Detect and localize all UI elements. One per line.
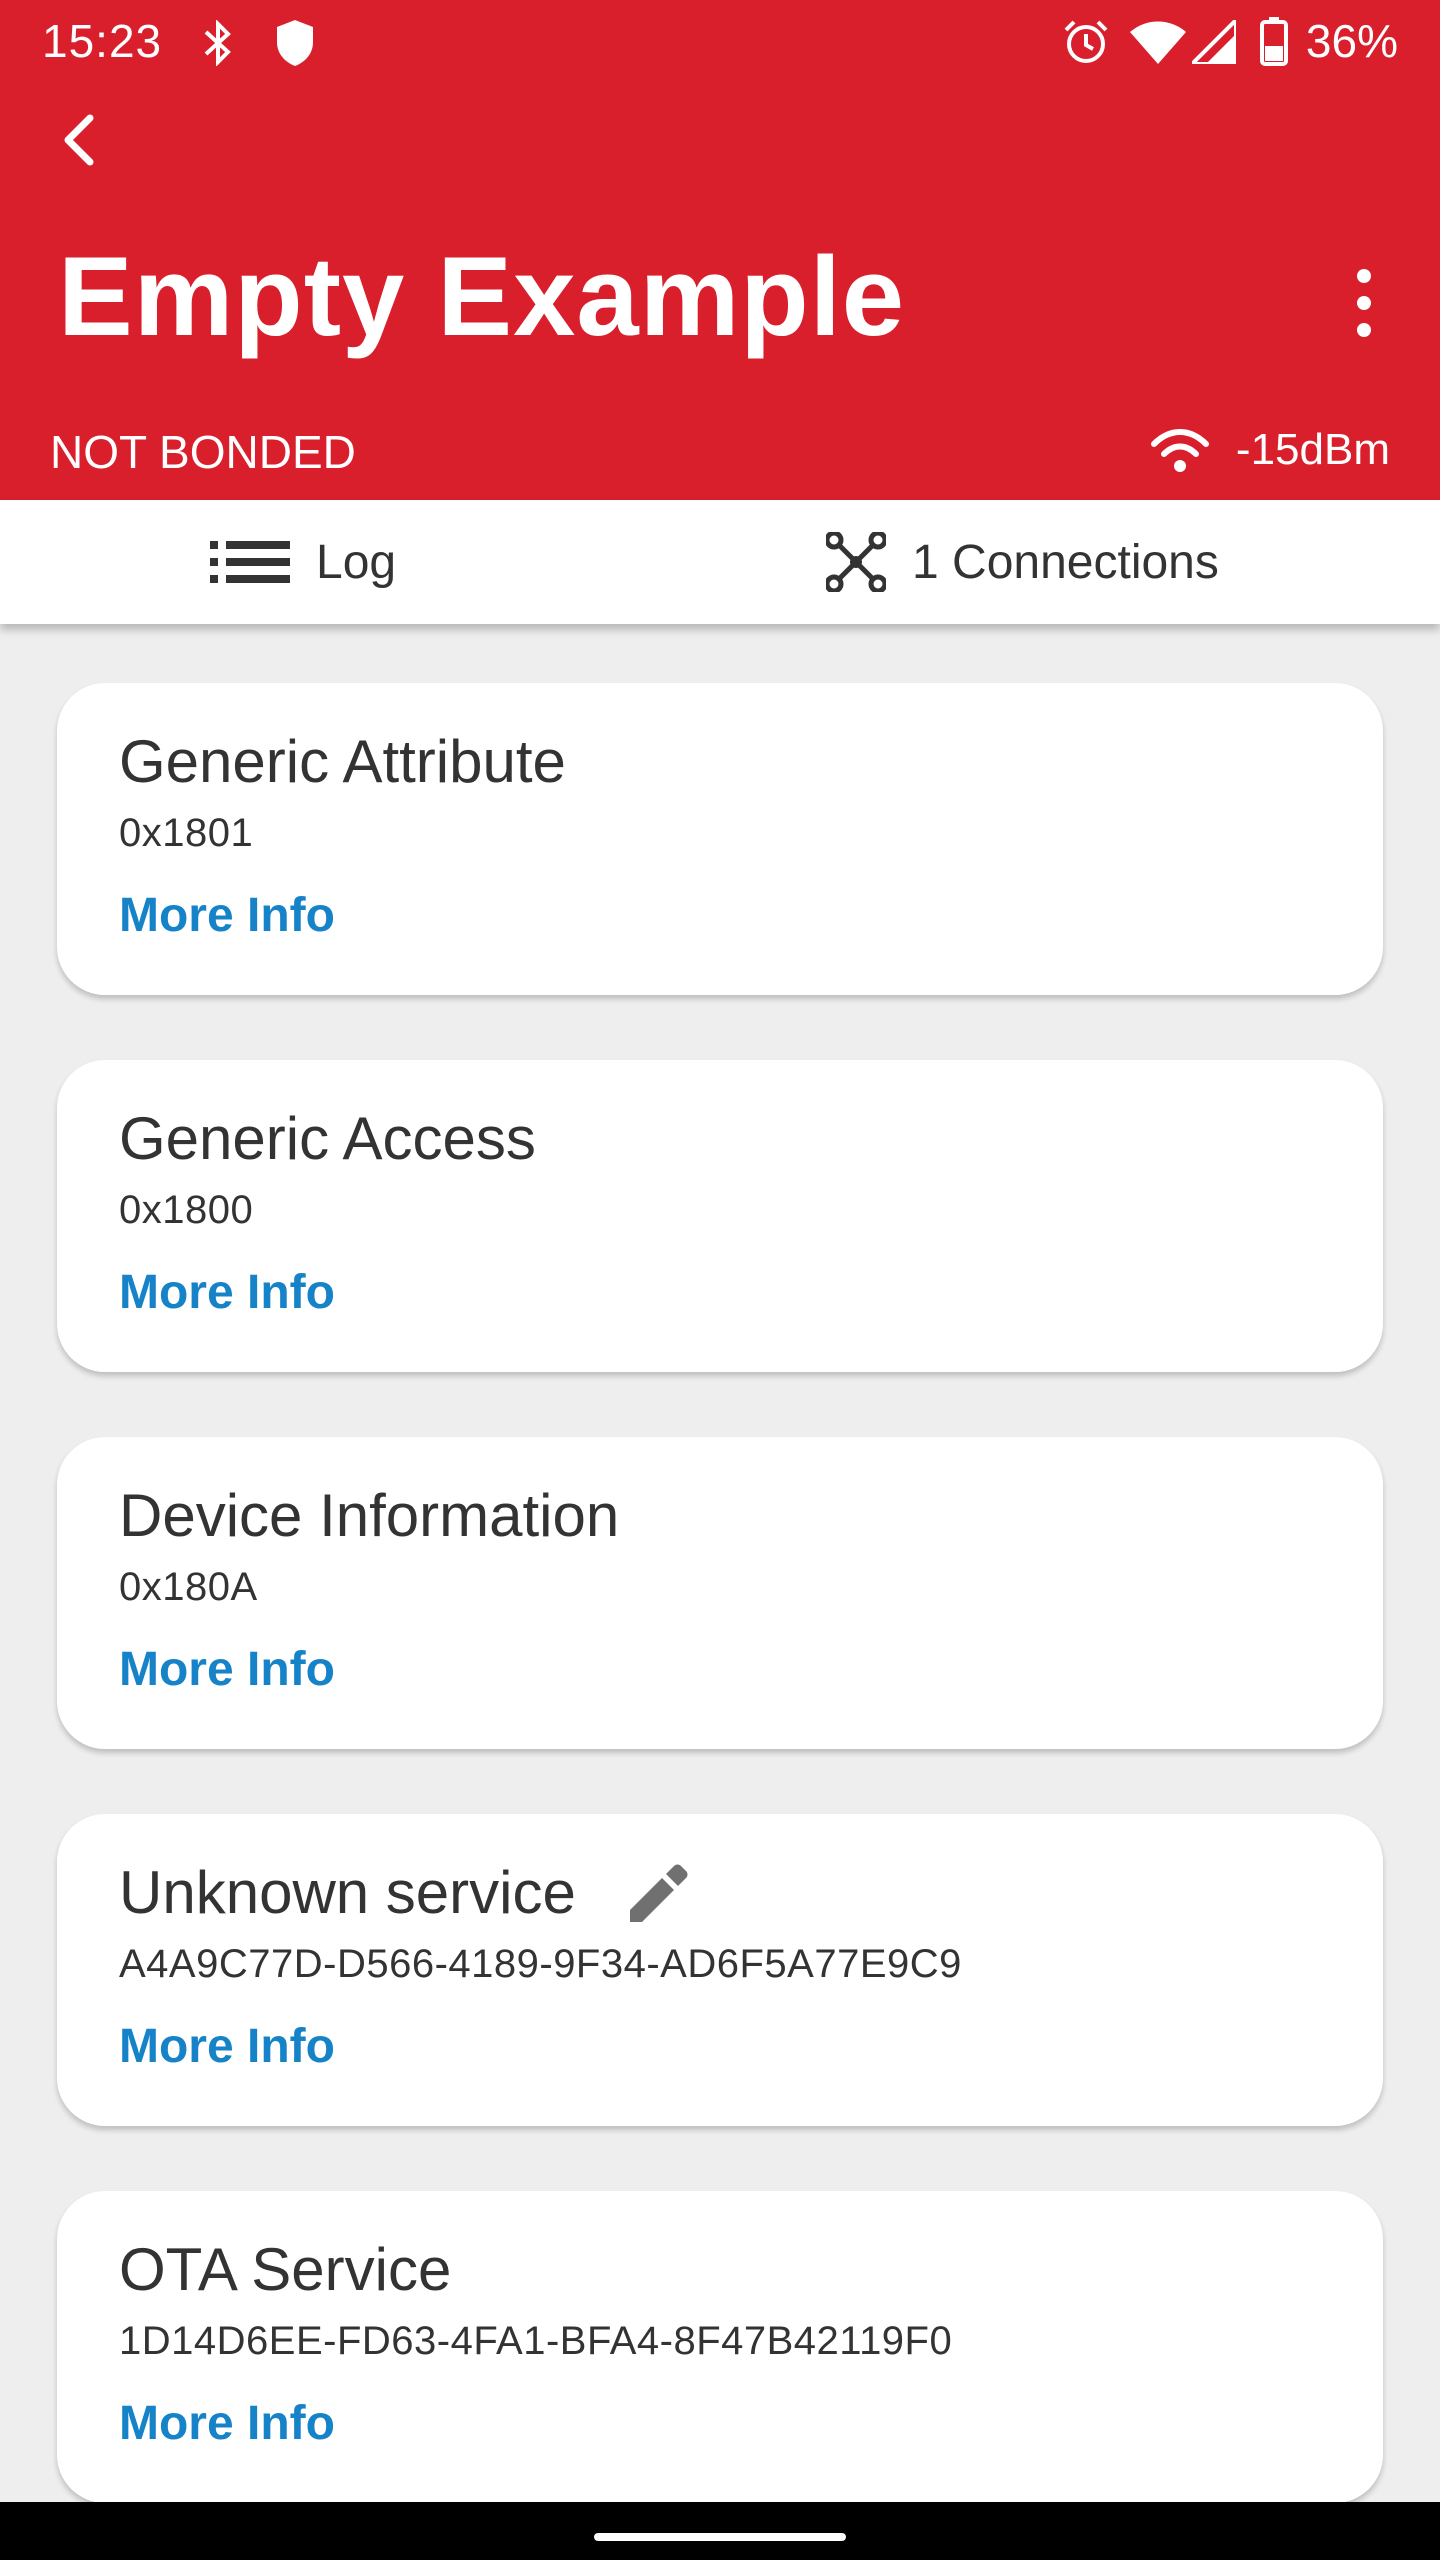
back-arrow-icon[interactable] (50, 108, 114, 172)
more-info-link[interactable]: More Info (119, 2396, 335, 2451)
status-bar: 15:23 36% (0, 0, 1440, 84)
service-name: Device Information (119, 1482, 620, 1549)
system-nav-bar (0, 2502, 1440, 2560)
more-info-link[interactable]: More Info (119, 1265, 335, 1320)
rssi-value: -15dBm (1235, 425, 1390, 474)
service-card[interactable]: Generic Attribute 0x1801 More Info (57, 683, 1383, 995)
app-bar: 15:23 36% Empty Example NOT BONDED -15dB… (0, 0, 1440, 500)
service-card[interactable]: OTA Service 1D14D6EE-FD63-4FA1-BFA4-8F47… (57, 2191, 1383, 2503)
list-icon (210, 541, 290, 583)
service-name: Generic Attribute (119, 728, 566, 795)
service-name: Unknown service (119, 1859, 576, 1926)
edit-pencil-icon[interactable] (622, 1860, 692, 1930)
tab-log-label: Log (316, 535, 397, 589)
wifi-icon (1130, 21, 1186, 64)
service-uuid: 0x180A (119, 1565, 258, 1609)
bond-status: NOT BONDED (50, 426, 356, 478)
tab-log[interactable]: Log (210, 500, 396, 624)
service-uuid: 0x1801 (119, 811, 254, 855)
shield-icon (277, 20, 313, 66)
battery-percent: 36% (1305, 15, 1398, 67)
service-uuid: 0x1800 (119, 1188, 254, 1232)
service-card[interactable]: Generic Access 0x1800 More Info (57, 1060, 1383, 1372)
tab-connections[interactable]: 1 Connections (826, 500, 1219, 624)
battery-icon (1260, 17, 1288, 66)
tab-bar: Log 1 Connections (0, 500, 1440, 624)
home-gesture-handle[interactable] (594, 2533, 846, 2541)
cell-signal-icon (1192, 20, 1236, 64)
service-card[interactable]: Device Information 0x180A More Info (57, 1437, 1383, 1749)
service-uuid: A4A9C77D-D566-4189-9F34-AD6F5A77E9C9 (119, 1942, 962, 1986)
bluetooth-icon (204, 20, 231, 66)
status-time: 15:23 (42, 15, 163, 67)
service-uuid: 1D14D6EE-FD63-4FA1-BFA4-8F47B42119F0 (119, 2319, 953, 2363)
more-info-link[interactable]: More Info (119, 1642, 335, 1697)
page-title: Empty Example (58, 234, 906, 359)
more-info-link[interactable]: More Info (119, 2019, 335, 2074)
more-info-link[interactable]: More Info (119, 888, 335, 943)
service-name: Generic Access (119, 1105, 536, 1172)
more-options-icon[interactable] (1336, 268, 1392, 338)
alarm-icon (1064, 20, 1108, 63)
service-name: OTA Service (119, 2236, 452, 2303)
tab-connections-label: 1 Connections (912, 535, 1219, 589)
connections-icon (826, 532, 886, 592)
signal-strength-icon (1151, 429, 1209, 472)
service-card[interactable]: Unknown service A4A9C77D-D566-4189-9F34-… (57, 1814, 1383, 2126)
